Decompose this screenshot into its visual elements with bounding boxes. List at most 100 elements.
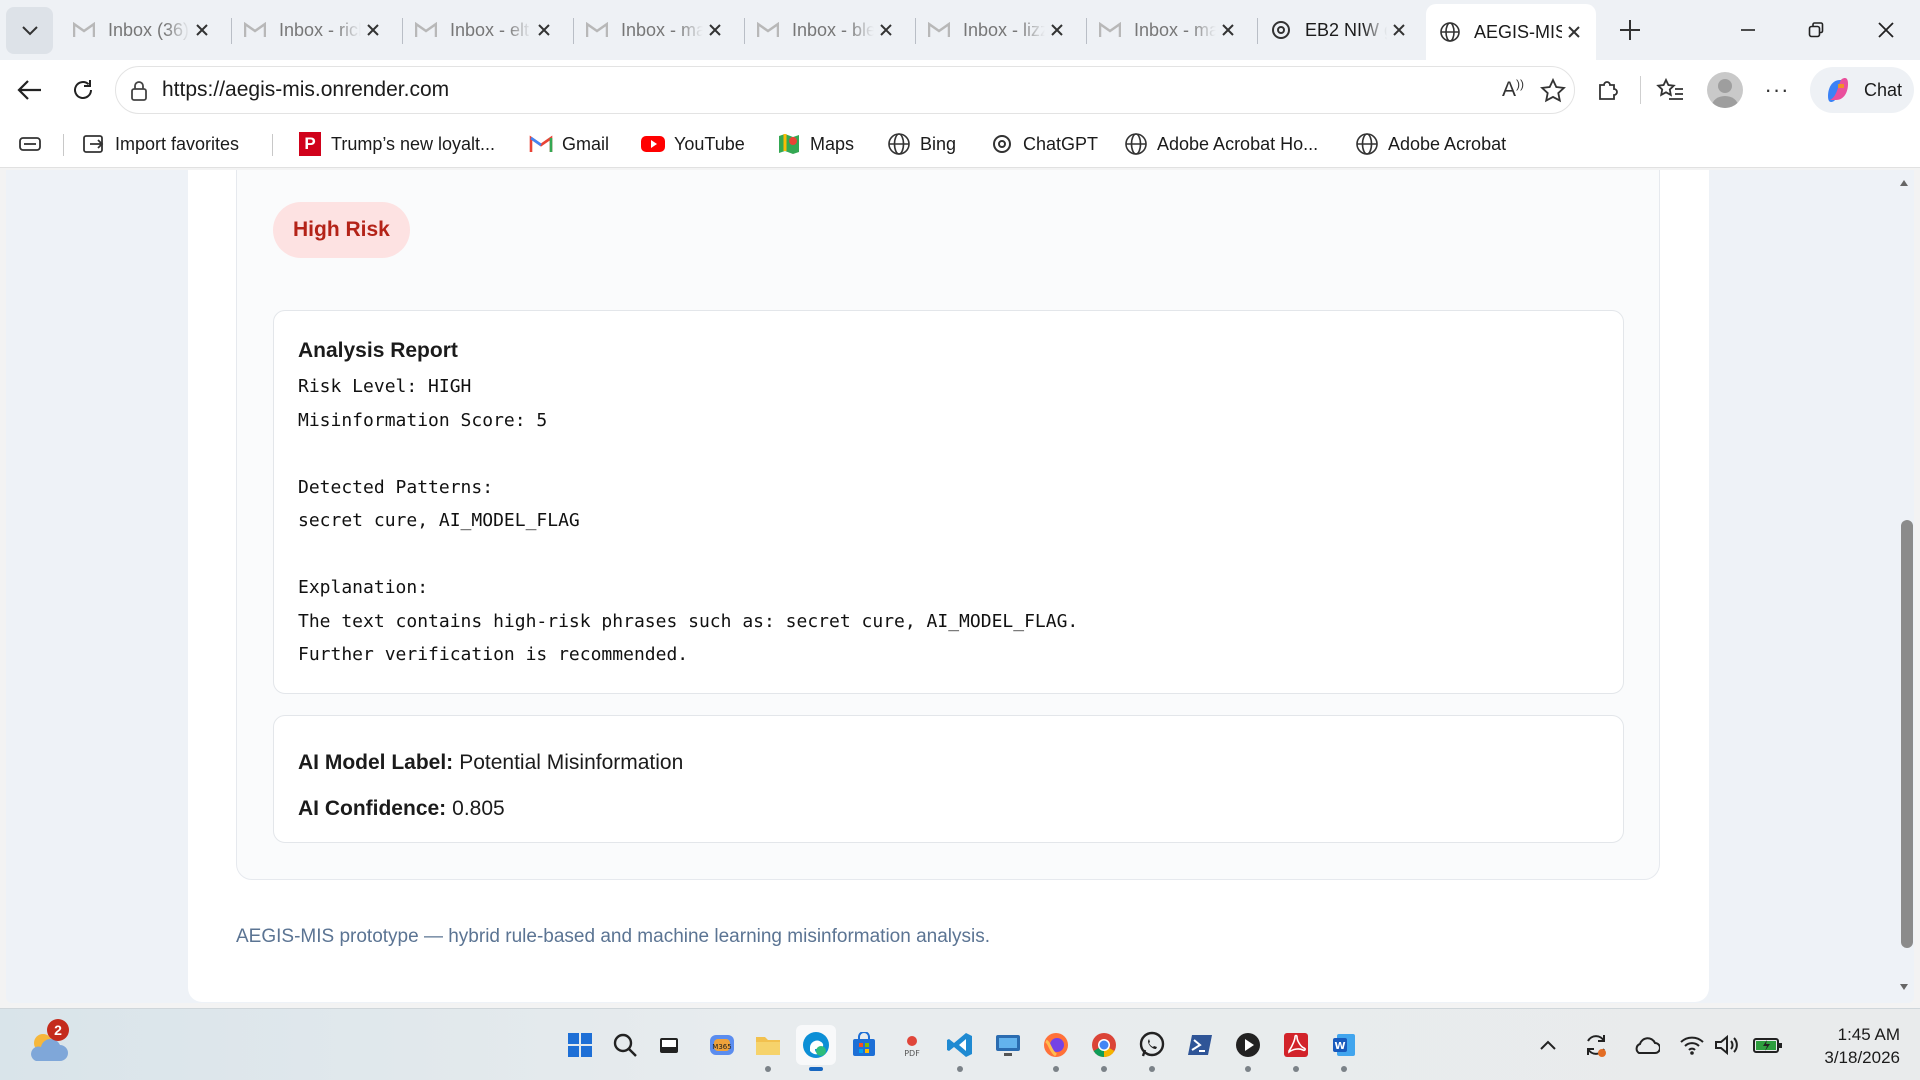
address-bar[interactable]: https://aegis-mis.onrender.com A)) [115, 66, 1575, 114]
toolbar-separator [1640, 76, 1641, 104]
tab-title: Inbox - ble [792, 19, 874, 40]
close-icon[interactable] [1387, 18, 1411, 42]
taskbar-app-powershell[interactable] [1180, 1025, 1220, 1065]
clock-time: 1:45 AM [1837, 1025, 1900, 1044]
favorite-youtube[interactable]: YouTube [641, 128, 745, 160]
favorite-politico[interactable]: P Trump’s new loyalt... [298, 128, 495, 160]
close-icon[interactable] [532, 18, 556, 42]
favorite-adobe-acrobat-home[interactable]: Adobe Acrobat Ho... [1124, 128, 1318, 160]
favorite-import-favorites[interactable]: Import favorites [82, 128, 239, 160]
refresh-button[interactable] [65, 72, 101, 108]
back-button[interactable] [12, 72, 48, 108]
minimize-icon [1741, 29, 1755, 31]
taskbar-app-file-explorer[interactable] [748, 1025, 788, 1072]
extensions-button[interactable] [1590, 72, 1626, 108]
scroll-up-arrow-icon[interactable] [1899, 178, 1909, 188]
url-text: https://aegis-mis.onrender.com [162, 78, 450, 101]
new-tab-button[interactable] [1612, 12, 1648, 48]
tab-inbox-elt[interactable]: Inbox - elt [402, 10, 566, 50]
scroll-down-arrow-icon[interactable] [1899, 982, 1909, 992]
wifi-icon[interactable] [1676, 1029, 1708, 1061]
taskbar-app-word[interactable]: W [1324, 1025, 1364, 1072]
svg-text:M365: M365 [712, 1043, 731, 1051]
tray-sync-icon[interactable] [1580, 1029, 1612, 1061]
volume-icon[interactable] [1710, 1029, 1742, 1061]
tab-actions-menu-button[interactable] [6, 7, 53, 54]
system-clock[interactable]: 1:45 AM 3/18/2026 [1790, 1023, 1900, 1069]
page-viewport[interactable]: High Risk Analysis Report Risk Level: HI… [6, 170, 1914, 1003]
taskbar-app-whatsapp[interactable] [1132, 1025, 1172, 1072]
close-icon[interactable] [190, 18, 214, 42]
close-window-button[interactable] [1862, 10, 1910, 50]
tab-title: AEGIS-MIS [1474, 21, 1562, 42]
tab-inbox-ma-2[interactable]: Inbox - ma [1086, 10, 1250, 50]
firefox-icon [1044, 1033, 1068, 1057]
minimize-button[interactable] [1724, 10, 1772, 50]
close-icon[interactable] [1045, 18, 1069, 42]
copilot-chat-button[interactable]: Chat [1810, 67, 1914, 113]
close-icon[interactable] [1562, 20, 1586, 44]
running-indicator [1245, 1066, 1251, 1072]
close-icon [1878, 22, 1894, 38]
favorite-label: YouTube [674, 133, 745, 154]
favorite-maps[interactable]: Maps [777, 128, 854, 160]
close-icon[interactable] [703, 18, 727, 42]
favorite-adobe-acrobat[interactable]: Adobe Acrobat [1355, 128, 1506, 160]
task-view-button[interactable] [649, 1025, 689, 1065]
taskbar-app-m365[interactable]: M365 [702, 1025, 742, 1065]
taskbar-app-firefox[interactable] [1036, 1025, 1076, 1072]
favorites-list-icon [1656, 77, 1683, 100]
taskbar-app-edge[interactable] [796, 1025, 836, 1071]
favorites-separator [272, 134, 273, 156]
plus-icon [1620, 20, 1640, 40]
tab-actions-icon[interactable] [18, 128, 42, 160]
tab-inbox-36[interactable]: Inbox (36) [60, 10, 224, 50]
favorite-gmail[interactable]: Gmail [529, 128, 609, 160]
favorite-chatgpt[interactable]: ChatGPT [990, 128, 1098, 160]
favorite-star-icon[interactable] [1540, 78, 1566, 104]
close-icon[interactable] [874, 18, 898, 42]
tab-title: Inbox - ma [621, 19, 703, 40]
chatgpt-icon [1269, 18, 1293, 42]
ai-model-box: AI Model Label: Potential Misinformation… [273, 715, 1624, 843]
puzzle-icon [1599, 81, 1618, 100]
taskbar-app-pdf-tool[interactable]: PDF [892, 1025, 932, 1065]
tab-inbox-rich[interactable]: Inbox - rich [231, 10, 395, 50]
tab-inbox-ble[interactable]: Inbox - ble [744, 10, 908, 50]
vertical-scrollbar-thumb[interactable] [1901, 520, 1913, 948]
copilot-icon [1828, 78, 1848, 102]
profile-avatar[interactable] [1707, 72, 1743, 108]
taskbar-app-media-player[interactable] [1228, 1025, 1268, 1072]
favorite-bing[interactable]: Bing [887, 128, 956, 160]
favorites-button[interactable] [1652, 72, 1688, 108]
taskbar-app-vscode[interactable] [940, 1025, 980, 1072]
gmail-icon [72, 18, 96, 42]
restore-button[interactable] [1792, 10, 1840, 50]
analysis-report-box: Analysis Report Risk Level: HIGH Misinfo… [273, 310, 1624, 694]
read-aloud-icon[interactable]: A)) [1502, 77, 1524, 102]
close-icon[interactable] [361, 18, 385, 42]
taskbar-app-acrobat[interactable] [1276, 1025, 1316, 1072]
report-body: Risk Level: HIGH Misinformation Score: 5… [298, 376, 1079, 665]
taskbar-app-chrome[interactable] [1084, 1025, 1124, 1072]
search-button[interactable] [605, 1025, 645, 1065]
more-menu-button[interactable]: ··· [1759, 72, 1795, 108]
show-hidden-icons-button[interactable] [1532, 1029, 1564, 1061]
onedrive-cloud-icon[interactable] [1630, 1029, 1662, 1061]
politico-icon: P [298, 132, 322, 156]
close-icon[interactable] [1216, 18, 1240, 42]
tab-inbox-lizz[interactable]: Inbox - lizz [915, 10, 1079, 50]
windows-logo-icon [568, 1033, 592, 1057]
running-indicator [1101, 1066, 1107, 1072]
ai-confidence-key: AI Confidence: [298, 797, 447, 820]
tab-eb2-niw[interactable]: EB2 NIW g [1257, 10, 1421, 50]
tab-inbox-ma[interactable]: Inbox - ma [573, 10, 737, 50]
result-panel: High Risk Analysis Report Risk Level: HI… [236, 170, 1660, 880]
tab-aegis-mis[interactable]: AEGIS-MIS [1426, 4, 1596, 60]
taskbar-app-store[interactable] [844, 1025, 884, 1065]
taskbar-app-remote-desktop[interactable] [988, 1025, 1028, 1065]
battery-icon[interactable] [1752, 1029, 1784, 1061]
start-button[interactable] [560, 1025, 600, 1065]
pdf-tool-icon: PDF [904, 1036, 920, 1058]
store-icon [853, 1032, 875, 1056]
